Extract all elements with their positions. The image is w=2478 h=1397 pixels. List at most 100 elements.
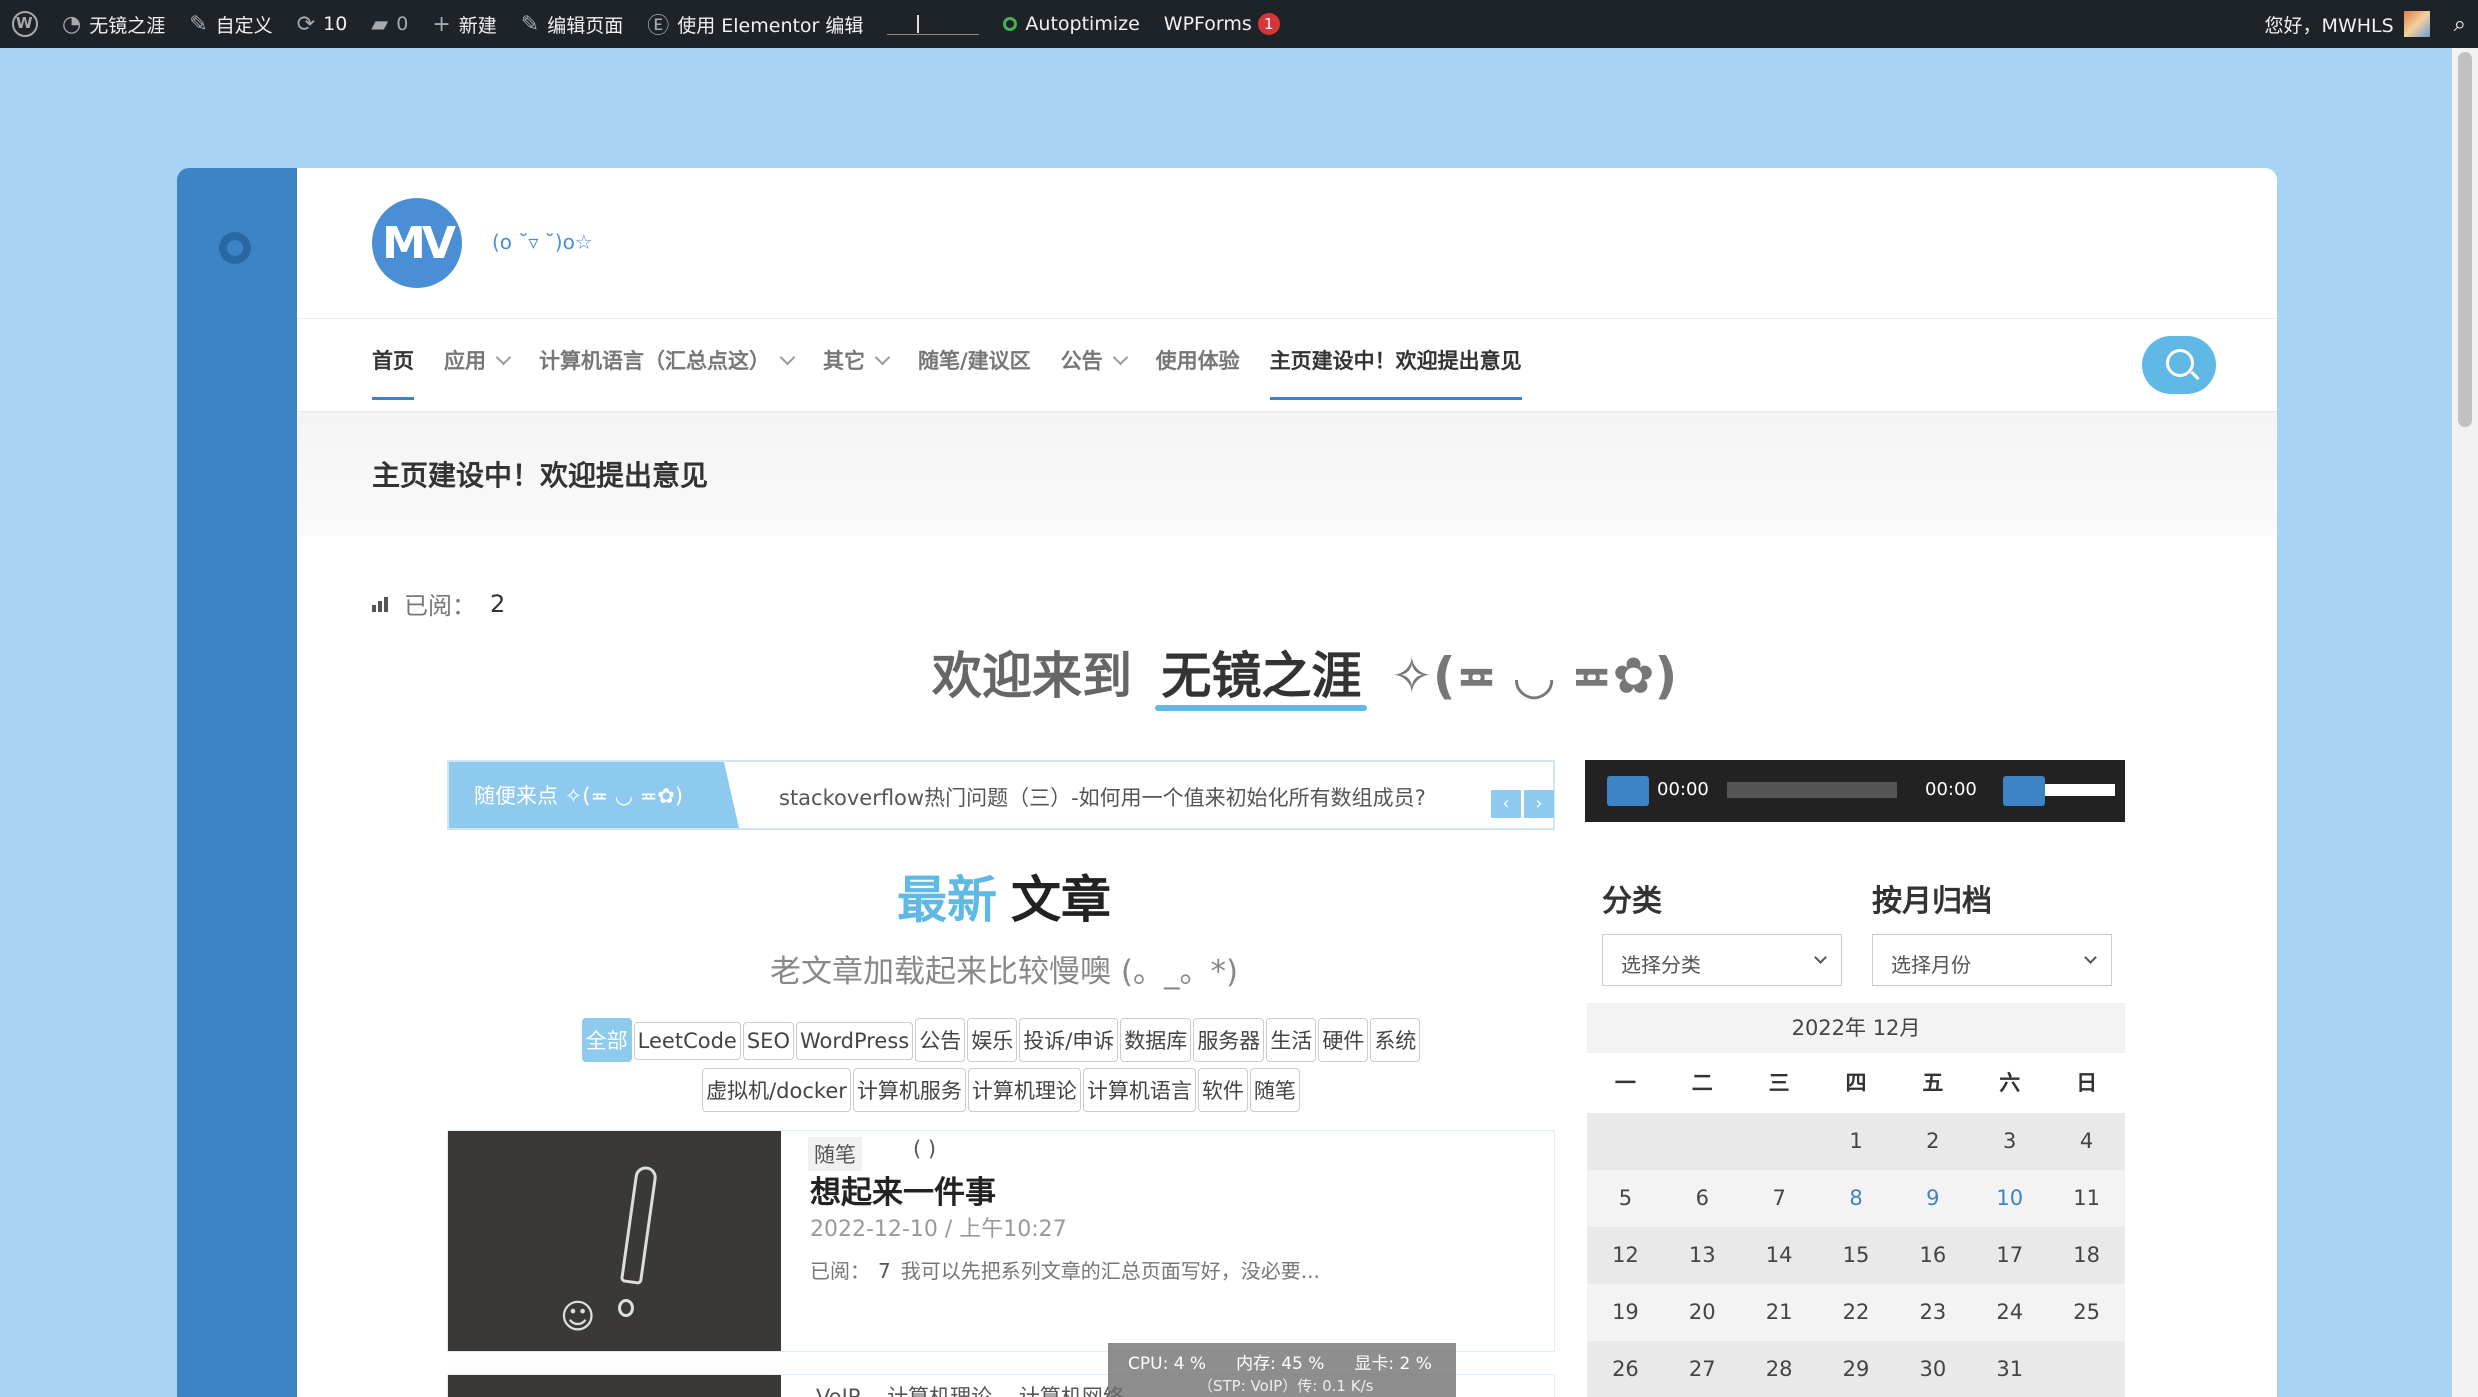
system-monitor-overlay: CPU: 4 % 内存: 45 % 显卡: 2 % （STP: VoIP）传: 0.… bbox=[1108, 1343, 1456, 1397]
site-name-menu[interactable]: ◔ 无镜之涯 bbox=[50, 0, 177, 48]
edit-page-link[interactable]: ✎ 编辑页面 bbox=[509, 0, 635, 48]
scrollbar-thumb[interactable] bbox=[2458, 52, 2472, 427]
filter-chip[interactable]: 投诉/申诉 bbox=[1019, 1018, 1119, 1062]
nav-item-apps[interactable]: 应用 bbox=[444, 320, 512, 400]
elementor-label: 使用 Elementor 编辑 bbox=[677, 14, 864, 37]
filter-chip[interactable]: 计算机语言 bbox=[1082, 1068, 1196, 1112]
calendar-widget: 2022年 12月 一 二 三 四 五 六 日 1 2 3 4 5 6 7 8 9 10 11 12 1… bbox=[1587, 1003, 2125, 1397]
my-account-menu[interactable]: 您好，MWHLS bbox=[2253, 0, 2442, 48]
calendar-day[interactable]: 10 bbox=[1971, 1170, 2048, 1227]
filter-chip[interactable]: 全部 bbox=[581, 1018, 632, 1062]
filter-chip[interactable]: 随笔 bbox=[1249, 1068, 1300, 1112]
latest-posts-heading: 最新 文章 bbox=[897, 860, 1111, 932]
filter-chip[interactable]: 虚拟机/docker bbox=[702, 1068, 851, 1112]
search-button[interactable] bbox=[2142, 336, 2216, 394]
comment-icon: ▰ bbox=[371, 11, 389, 37]
filter-chip[interactable]: 系统 bbox=[1370, 1018, 1421, 1062]
nav-item-homepage-building[interactable]: 主页建设中！欢迎提出意见 bbox=[1269, 320, 1522, 400]
audio-current-time: 00:00 bbox=[1657, 779, 1709, 800]
wpforms-menu[interactable]: WPForms 1 bbox=[1152, 0, 1292, 48]
filter-chip[interactable]: 娱乐 bbox=[967, 1018, 1018, 1062]
calendar-day: 19 bbox=[1612, 1300, 1639, 1324]
nav-label: 主页建设中！欢迎提出意见 bbox=[1269, 349, 1522, 373]
calendar-day: 29 bbox=[1842, 1357, 1870, 1381]
play-button[interactable] bbox=[1607, 776, 1649, 806]
post-thumbnail[interactable]: ☺ bbox=[448, 1131, 781, 1351]
post-card[interactable]: ☺ 随笔 ( ) 想起来一件事 2022-12-10 / 上午10:27 已阅：… bbox=[447, 1130, 1555, 1352]
elementor-edit-link[interactable]: Ⓔ 使用 Elementor 编辑 bbox=[635, 0, 875, 48]
calendar-week-row: 26 27 28 29 30 31 bbox=[1587, 1341, 2125, 1397]
nav-item-languages[interactable]: 计算机语言（汇总点这） bbox=[539, 320, 796, 400]
admin-search-button[interactable]: ⌕ bbox=[2442, 0, 2478, 48]
calendar-day: 18 bbox=[2073, 1243, 2100, 1267]
ticker-prev-button[interactable]: ‹ bbox=[1491, 790, 1521, 818]
welcome-site-name: 无镜之涯 bbox=[1161, 647, 1362, 705]
filter-chip[interactable]: 数据库 bbox=[1120, 1018, 1192, 1062]
calendar-weekday-row: 一 二 三 四 五 六 日 bbox=[1587, 1053, 2125, 1113]
calendar-day: 22 bbox=[1842, 1300, 1870, 1324]
ticker-next-button[interactable]: › bbox=[1524, 790, 1554, 818]
search-icon-handle bbox=[2190, 370, 2200, 381]
calendar-caption: 2022年 12月 bbox=[1791, 1016, 1921, 1040]
calendar-day bbox=[1587, 1113, 1664, 1170]
filter-chip[interactable]: 计算机服务 bbox=[852, 1068, 966, 1112]
nav-label: 首页 bbox=[372, 349, 414, 373]
exclamation-dot bbox=[618, 1299, 634, 1317]
wordpress-icon bbox=[12, 11, 38, 37]
archive-select-value: 选择月份 bbox=[1891, 953, 1971, 977]
post-category[interactable]: 随笔 bbox=[808, 1137, 862, 1171]
calendar-week-row: 5 6 7 8 9 10 11 bbox=[1587, 1170, 2125, 1227]
filter-chip[interactable]: LeetCode bbox=[633, 1022, 741, 1060]
customize-link[interactable]: ✎ 自定义 bbox=[177, 0, 284, 48]
calendar-day bbox=[1741, 1113, 1818, 1170]
ticker-post-link[interactable]: stackoverflow热门问题（三）-如何用一个值来初始化所有数组成员? bbox=[779, 782, 1426, 812]
stick-figure-icon: ☺ bbox=[560, 1297, 596, 1337]
filter-chip[interactable]: 软件 bbox=[1197, 1068, 1248, 1112]
comments-link[interactable]: ▰ 0 bbox=[359, 0, 420, 48]
nav-item-announcements[interactable]: 公告 bbox=[1061, 320, 1128, 400]
category-filter: 全部 LeetCode SEO WordPress 公告 娱乐 投诉/申诉 数据库 服务器 生活硬… bbox=[447, 1018, 1555, 1118]
calendar-day: 7 bbox=[1772, 1186, 1786, 1210]
volume-slider[interactable] bbox=[2045, 784, 2115, 796]
filter-chip[interactable]: 服务器 bbox=[1193, 1018, 1265, 1062]
post-title[interactable]: 想起来一件事 bbox=[810, 1167, 996, 1212]
archive-select[interactable]: 选择月份 bbox=[1872, 934, 2112, 986]
github-icon[interactable] bbox=[219, 232, 251, 264]
chevron-down-icon bbox=[874, 349, 891, 365]
calendar-day: 31 bbox=[1996, 1357, 2024, 1381]
calendar-days: 1 2 3 4 5 6 7 8 9 10 11 12 13 14 15 16 17 18 19 20 21 22 23 24 2… bbox=[1587, 1113, 2125, 1397]
nav-label: 计算机语言（汇总点这） bbox=[539, 349, 770, 373]
updates-count: 10 bbox=[323, 13, 348, 35]
post-thumbnail[interactable] bbox=[448, 1375, 781, 1397]
wpforms-label: WPForms bbox=[1163, 13, 1252, 35]
wp-logo-menu[interactable] bbox=[0, 0, 50, 48]
updates-link[interactable]: ⟳ 10 bbox=[285, 0, 360, 48]
filter-chip[interactable]: 硬件 bbox=[1318, 1018, 1369, 1062]
category-select[interactable]: 选择分类 bbox=[1602, 934, 1842, 986]
nav-item-home[interactable]: 首页 bbox=[372, 320, 414, 400]
filter-chip[interactable]: 公告 bbox=[915, 1018, 966, 1062]
weekday-label: 日 bbox=[2076, 1071, 2098, 1095]
calendar-day: 23 bbox=[1919, 1300, 1947, 1324]
calendar-day: 30 bbox=[1919, 1357, 1947, 1381]
calendar-day[interactable]: 9 bbox=[1894, 1170, 1971, 1227]
site-logo[interactable]: MV bbox=[372, 198, 462, 288]
filter-chip[interactable]: 计算机理论 bbox=[967, 1068, 1081, 1112]
nav-item-other[interactable]: 其它 bbox=[823, 320, 891, 400]
nav-item-essays[interactable]: 随笔/建议区 bbox=[918, 320, 1031, 400]
audio-progress-slider[interactable] bbox=[1727, 782, 1897, 798]
chevron-down-icon bbox=[1112, 349, 1128, 365]
admin-bar-input[interactable] bbox=[887, 13, 980, 35]
volume-button[interactable] bbox=[2003, 776, 2045, 806]
new-content-menu[interactable]: + 新建 bbox=[420, 0, 508, 48]
calendar-day[interactable]: 8 bbox=[1818, 1170, 1895, 1227]
header-divider bbox=[297, 318, 2277, 319]
autoptimize-menu[interactable]: Autoptimize bbox=[991, 0, 1151, 48]
post-categories[interactable]: VoIP 计算机理论 计算机网络 bbox=[810, 1379, 1130, 1397]
filter-chip[interactable]: SEO bbox=[742, 1022, 794, 1060]
customize-label: 自定义 bbox=[215, 14, 273, 37]
page-scrollbar[interactable] bbox=[2452, 48, 2478, 1397]
filter-chip[interactable]: WordPress bbox=[795, 1022, 914, 1060]
nav-item-experience[interactable]: 使用体验 bbox=[1156, 320, 1240, 400]
filter-chip[interactable]: 生活 bbox=[1266, 1018, 1317, 1062]
